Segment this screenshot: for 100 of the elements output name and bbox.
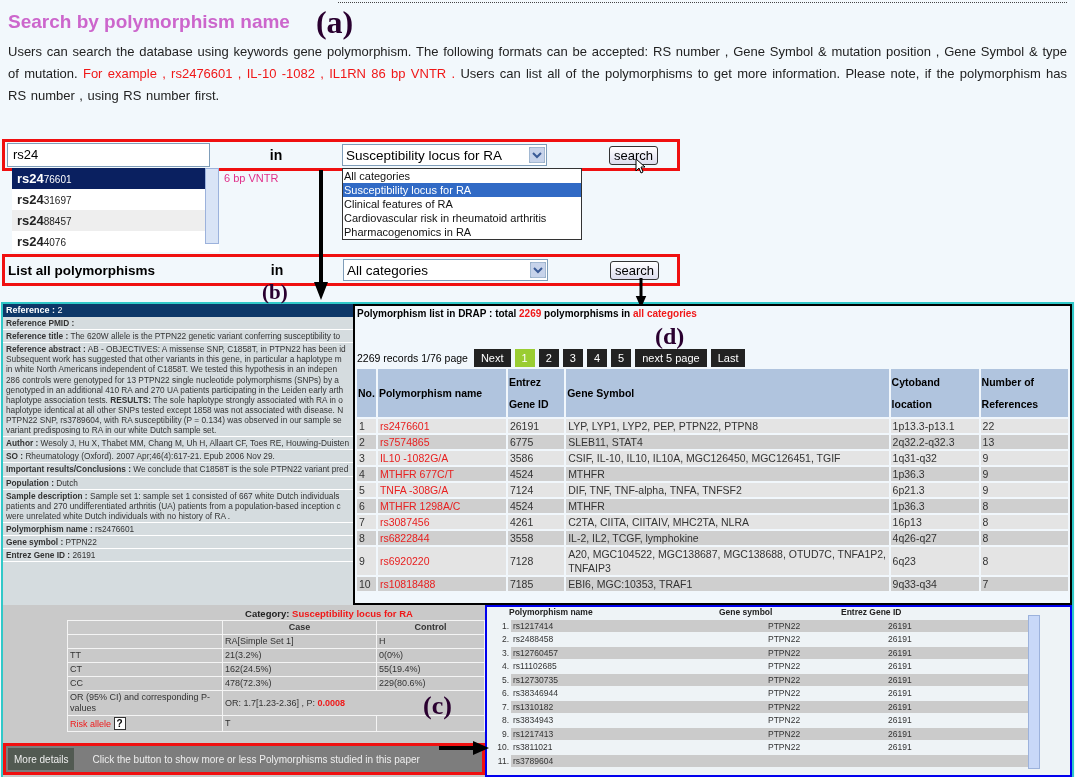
category-option[interactable]: Cardiovascular risk in rheumatoid arthritis [343, 211, 581, 225]
suggestion-item[interactable]: rs2476601 [12, 168, 206, 189]
suggestion-item[interactable]: rs2488457 [12, 210, 206, 231]
table-cell: T [222, 715, 377, 732]
suggestion-item[interactable]: rs244076 [12, 231, 206, 252]
polymorphism-link[interactable]: IL10 -1082G/A [377, 451, 506, 465]
table-cell: MTHFR [566, 467, 889, 481]
polymorphism-link[interactable]: rs6920220 [377, 547, 506, 575]
table-cell: 6q23 [890, 547, 979, 575]
row-number: 4. [500, 661, 510, 672]
suggestion-item[interactable]: rs2431697 [12, 189, 206, 210]
page-button[interactable]: Last [710, 349, 746, 367]
reference-field: Polymorphism name : rs2476601 [3, 522, 353, 537]
polymorphism-row[interactable]: rs1217414 PTPN22 26191 [511, 619, 1029, 632]
table-cell: 3558 [507, 531, 565, 545]
table-cell: 1p36.3 [890, 499, 979, 513]
page-button[interactable]: next 5 page [635, 349, 707, 367]
table-cell: 1 [357, 419, 376, 433]
table-cell: 22 [980, 419, 1068, 433]
more-details-button[interactable]: More details [8, 748, 75, 770]
reference-field: Author : Wesoly J, Hu X, Thabet MM, Chang M, Uh H, Allaart CF, Toes RE, Houwing-Duisten [3, 437, 353, 451]
cursor-icon [635, 158, 645, 174]
reference-header: Reference : 2 [3, 304, 353, 317]
category-option[interactable]: Clinical features of RA [343, 197, 581, 211]
reference-field: Population : Dutch [3, 476, 353, 490]
table-cell: IL-2, IL2, TCGF, lymphokine [566, 531, 889, 545]
search-button[interactable]: search [610, 260, 660, 280]
polymorphism-row[interactable]: rs12760457 PTPN22 26191 [511, 646, 1029, 659]
panel-label: (a) [315, 6, 354, 38]
table-cell: RA[Simple Set 1] [222, 634, 377, 649]
page-button[interactable]: 5 [611, 349, 632, 367]
polymorphism-row[interactable]: rs3834943 PTPN22 26191 [511, 714, 1029, 727]
page-button[interactable]: 3 [562, 349, 583, 367]
category-option[interactable]: All categories [343, 169, 581, 183]
page-button[interactable]: Next [473, 349, 511, 367]
category-option[interactable]: Susceptibility locus for RA [343, 183, 581, 197]
row-label: OR (95% CI) and corresponding P-values [67, 690, 223, 716]
column-header: Gene Symbol [566, 369, 889, 417]
row-number: 9. [500, 728, 510, 739]
dropdown-caret-icon [529, 147, 545, 163]
search-button[interactable]: search [609, 145, 659, 165]
section-title: Search by polymorphism name [8, 11, 290, 33]
table-cell: DIF, TNF, TNF-alpha, TNFA, TNFSF2 [566, 483, 889, 497]
category-heading: Category: Susceptibility locus for RA [244, 607, 414, 620]
table-cell: 4q26-q27 [890, 531, 979, 545]
table-cell: 0(0%) [376, 648, 485, 663]
polymorphism-link[interactable]: rs3087456 [377, 515, 506, 529]
table-cell: 16p13 [890, 515, 979, 529]
polymorphism-row[interactable]: rs3789604 [511, 754, 1029, 767]
polymorphism-row[interactable]: rs11102685 PTPN22 26191 [511, 660, 1029, 673]
table-cell: SLEB11, STAT4 [566, 435, 889, 449]
reference-field: Reference PMID : [3, 316, 353, 331]
table-cell: 26191 [507, 419, 565, 433]
reference-field: Entrez Gene ID : 26191 [3, 549, 353, 563]
row-number: 1. [500, 620, 510, 631]
scrollbar[interactable] [205, 168, 219, 244]
table-cell: 7 [980, 577, 1068, 591]
table-cell: 7 [357, 515, 376, 529]
table-cell: 9 [980, 467, 1068, 481]
table-cell: 55(19.4%) [376, 662, 485, 677]
table-cell: H [376, 634, 485, 649]
row-number: 10. [496, 742, 510, 753]
column-header: Control [376, 620, 485, 635]
polymorphism-row[interactable]: rs12730735 PTPN22 26191 [511, 673, 1029, 686]
keyword-field[interactable]: rs24 [7, 143, 210, 167]
polymorphism-row[interactable]: rs1310182 PTPN22 26191 [511, 700, 1029, 713]
table-cell: 1q31-q32 [890, 451, 979, 465]
table-cell: 7128 [507, 547, 565, 575]
help-button[interactable]: ? [113, 717, 126, 730]
reference-field: Gene symbol : PTPN22 [3, 536, 353, 550]
table-cell: 6p21.3 [890, 483, 979, 497]
table-cell: 7185 [507, 577, 565, 591]
polymorphism-row[interactable]: rs38346944 PTPN22 26191 [511, 687, 1029, 700]
polymorphism-link[interactable]: TNFA -308G/A [377, 483, 506, 497]
column-header: No. [357, 369, 376, 417]
polymorphism-row[interactable]: rs2488458 PTPN22 26191 [511, 633, 1029, 646]
table-cell: 8 [980, 531, 1068, 545]
table-cell: 9 [357, 547, 376, 575]
table-cell: 6 [357, 499, 376, 513]
row-number: 2. [500, 634, 510, 645]
column-header: Entrez Gene ID [841, 607, 902, 619]
panel-label: (c) [423, 693, 452, 719]
row-number: 3. [500, 647, 510, 658]
category-option[interactable]: Pharmacogenomics in RA [343, 225, 581, 239]
category-select[interactable]: All categories [343, 259, 548, 281]
polymorphism-row[interactable]: rs3811021 PTPN22 26191 [511, 741, 1029, 754]
page-button[interactable]: 2 [538, 349, 559, 367]
category-select[interactable]: Susceptibility locus for RA [342, 144, 547, 166]
table-cell: 8 [980, 515, 1068, 529]
list-heading: Polymorphism list in DRAP : total 2269 polymorphisms in all categories [356, 307, 698, 321]
polymorphism-row[interactable]: rs1217413 PTPN22 26191 [511, 727, 1029, 740]
polymorphism-link[interactable]: rs2476601 [377, 419, 506, 433]
row-label: TT [67, 648, 223, 663]
more-details-hint: Click the button to show more or less Polymorphisms studied in this paper [92, 753, 420, 765]
table-cell: LYP, LYP1, LYP2, PEP, PTPN22, PTPN8 [566, 419, 889, 433]
page-button[interactable]: 4 [586, 349, 608, 367]
table-cell: 4 [357, 467, 376, 481]
table-cell: 3 [357, 451, 376, 465]
table-cell: 13 [980, 435, 1068, 449]
scrollbar[interactable] [1028, 615, 1040, 769]
